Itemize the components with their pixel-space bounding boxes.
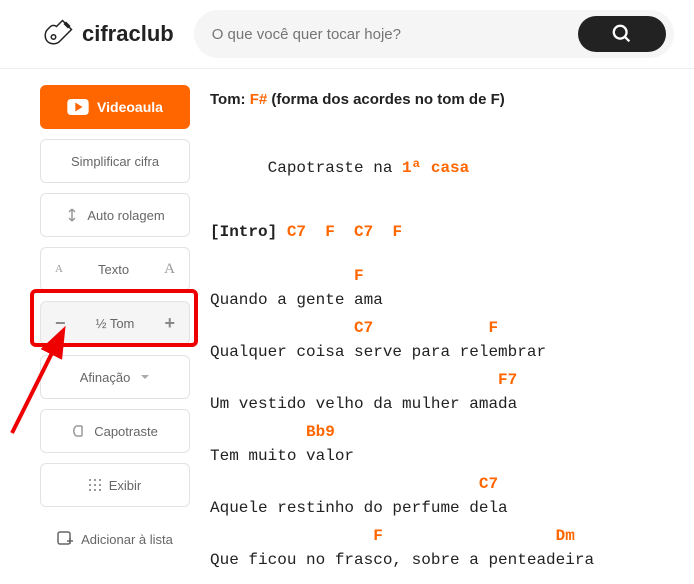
verse-block: FQuando a gente ama C7 FQualquer coisa s…: [210, 264, 694, 572]
capotraste-button[interactable]: Capotraste: [40, 409, 190, 453]
lyric-pair: FQuando a gente ama: [210, 264, 694, 312]
simplificar-label: Simplificar cifra: [71, 154, 159, 169]
capo-value[interactable]: 1ª casa: [402, 159, 469, 177]
lyric-line: Aquele restinho do perfume dela: [210, 496, 694, 520]
capotraste-label: Capotraste: [94, 424, 158, 439]
content: Tom: F# (forma dos acordes no tom de F) …: [210, 85, 694, 576]
videoaula-button[interactable]: Videoaula: [40, 85, 190, 129]
tom-label-text: Tom:: [210, 91, 250, 108]
grid-icon: [89, 479, 101, 491]
lyric-line: Que ficou no frasco, sobre a penteadeira: [210, 548, 694, 572]
texto-button[interactable]: A Texto A: [40, 247, 190, 291]
play-icon: [67, 99, 89, 115]
lyric-pair: Bb9Tem muito valor: [210, 420, 694, 468]
intro-chords: C7 F C7 F: [277, 223, 402, 241]
chord-line: F: [210, 264, 694, 288]
chord-line: F Dm: [210, 524, 694, 548]
tom-label: ½ Tom: [96, 316, 135, 331]
search-input[interactable]: [212, 26, 578, 43]
capo-line: Capotraste na 1ª casa: [210, 132, 694, 204]
scroll-icon: [65, 208, 79, 222]
exibir-label: Exibir: [109, 478, 142, 493]
search-wrap: [194, 10, 674, 58]
lyric-line: Qualquer coisa serve para relembrar: [210, 340, 694, 364]
chord-line: C7: [210, 472, 694, 496]
intro-line: [Intro] C7 F C7 F: [210, 220, 694, 244]
plus-icon[interactable]: +: [164, 313, 175, 334]
adicionar-button[interactable]: Adicionar à lista: [40, 517, 190, 561]
minus-icon[interactable]: −: [55, 313, 66, 334]
videoaula-label: Videoaula: [97, 99, 163, 115]
tom-button[interactable]: − ½ Tom +: [40, 301, 190, 345]
capo-icon: [72, 424, 86, 438]
chord-line: Bb9: [210, 420, 694, 444]
tom-note: (forma dos acordes no tom de F): [267, 91, 505, 108]
lyric-line: Tem muito valor: [210, 444, 694, 468]
main: Videoaula Simplificar cifra Auto rolagem…: [0, 69, 694, 576]
add-list-icon: [57, 531, 73, 547]
chord-line: C7 F: [210, 316, 694, 340]
lyric-pair: C7 FQualquer coisa serve para relembrar: [210, 316, 694, 364]
afinacao-button[interactable]: Afinação: [40, 355, 190, 399]
lyric-pair: F7Um vestido velho da mulher amada: [210, 368, 694, 416]
lyric-pair: C7Aquele restinho do perfume dela: [210, 472, 694, 520]
adicionar-label: Adicionar à lista: [81, 532, 173, 547]
big-a-icon: A: [164, 261, 175, 278]
afinacao-label: Afinação: [80, 370, 131, 385]
small-a-icon: A: [55, 263, 63, 275]
autorolagem-button[interactable]: Auto rolagem: [40, 193, 190, 237]
header: cifraclub: [0, 0, 694, 69]
chevron-down-icon: [140, 370, 150, 385]
sidebar: Videoaula Simplificar cifra Auto rolagem…: [40, 85, 190, 576]
simplificar-button[interactable]: Simplificar cifra: [40, 139, 190, 183]
autorolagem-label: Auto rolagem: [87, 208, 164, 223]
lyric-line: Quando a gente ama: [210, 288, 694, 312]
intro-label: [Intro]: [210, 223, 277, 241]
tom-key[interactable]: F#: [250, 91, 268, 108]
lyric-line: Um vestido velho da mulher amada: [210, 392, 694, 416]
search-button[interactable]: [578, 16, 666, 52]
search-icon: [611, 23, 633, 45]
guitar-icon: [40, 16, 76, 52]
tom-line: Tom: F# (forma dos acordes no tom de F): [210, 89, 694, 112]
chord-line: F7: [210, 368, 694, 392]
texto-label: Texto: [98, 262, 129, 277]
logo[interactable]: cifraclub: [40, 16, 174, 52]
exibir-button[interactable]: Exibir: [40, 463, 190, 507]
lyric-pair: F DmQue ficou no frasco, sobre a pentead…: [210, 524, 694, 572]
capo-label: Capotraste na: [268, 159, 402, 177]
brand-text: cifraclub: [82, 21, 174, 47]
